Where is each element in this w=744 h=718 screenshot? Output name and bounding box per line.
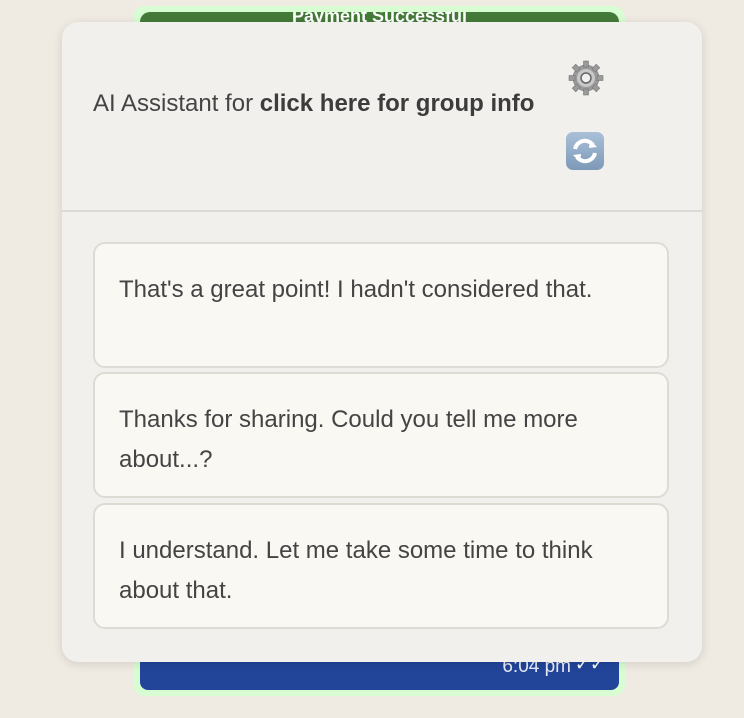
gear-icon[interactable] [561,53,611,103]
group-info-link[interactable]: click here for group info [260,90,535,117]
title-prefix: AI Assistant for [93,90,260,117]
panel-title: AI Assistant for click here for group in… [93,90,563,117]
suggestion-card[interactable]: Thanks for sharing. Could you tell me mo… [93,372,669,498]
suggestion-card[interactable]: That's a great point! I hadn't considere… [93,242,669,368]
suggestion-card[interactable]: I understand. Let me take some time to t… [93,503,669,629]
refresh-icon[interactable] [566,132,604,170]
ai-assistant-panel: AI Assistant for click here for group in… [62,22,702,662]
panel-header: AI Assistant for click here for group in… [62,22,702,212]
